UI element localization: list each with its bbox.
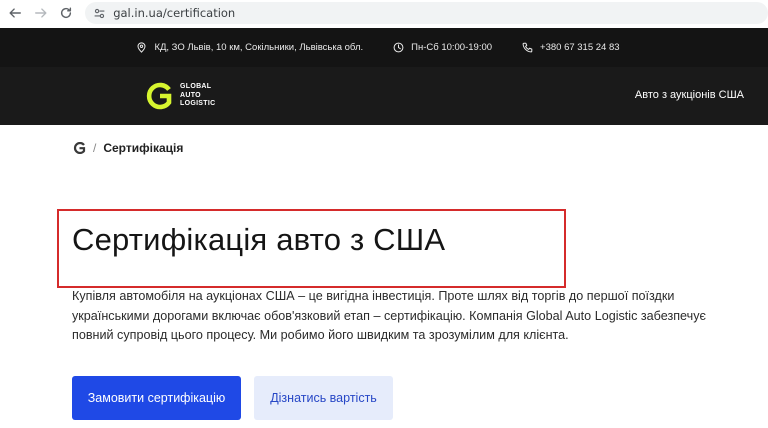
phone-text[interactable]: +380 67 315 24 83 (540, 42, 620, 53)
address-bar[interactable]: gal.in.ua/certification (85, 2, 768, 24)
order-certification-button[interactable]: Замовити сертифікацію (72, 376, 241, 420)
site-settings-icon[interactable] (91, 5, 107, 21)
logo-line: GLOBAL (180, 83, 212, 91)
phone-info[interactable]: +380 67 315 24 83 (522, 42, 620, 53)
clock-icon (393, 42, 404, 53)
reload-button[interactable] (53, 0, 79, 26)
site-header: GLOBAL AUTO LOGISTIC Авто з аукціонів СШ… (0, 67, 768, 125)
reload-icon (61, 7, 72, 19)
back-button[interactable] (2, 0, 28, 26)
logo-wordmark: GLOBAL AUTO LOGISTIC (180, 83, 215, 109)
phone-icon (522, 42, 533, 53)
breadcrumb-current: Сертифікація (103, 141, 184, 155)
logo-line: LOGISTIC (180, 100, 216, 108)
url-text[interactable]: gal.in.ua/certification (113, 6, 235, 20)
top-info-strip: КД, ЗО Львів, 10 км, Сокільники, Львівсь… (0, 28, 768, 67)
home-logo-icon[interactable] (72, 142, 86, 154)
address-text: КД, ЗО Львів, 10 км, Сокільники, Львівсь… (154, 42, 364, 53)
breadcrumb: / Сертифікація (72, 141, 183, 155)
breadcrumb-separator: / (93, 141, 97, 155)
logo-mark-icon (146, 82, 172, 110)
browser-toolbar: gal.in.ua/certification (0, 0, 768, 26)
address-info: КД, ЗО Львів, 10 км, Сокільники, Львівсь… (136, 42, 363, 53)
forward-button[interactable] (28, 0, 54, 26)
hours-text: Пн-Сб 10:00-19:00 (411, 42, 493, 53)
page-title: Сертифікація авто з США (72, 222, 446, 257)
logo-line: AUTO (180, 91, 201, 99)
nav-link-us-auctions[interactable]: Авто з аукціонів США (635, 89, 744, 101)
hours-info: Пн-Сб 10:00-19:00 (393, 42, 492, 53)
intro-paragraph: Купівля автомобіля на аукціонах США – це… (72, 289, 706, 343)
arrow-right-icon (34, 8, 47, 18)
site-logo[interactable]: GLOBAL AUTO LOGISTIC (144, 81, 215, 111)
location-pin-icon (137, 42, 146, 53)
get-price-button[interactable]: Дізнатись вартість (254, 376, 393, 420)
arrow-left-icon (9, 8, 21, 18)
